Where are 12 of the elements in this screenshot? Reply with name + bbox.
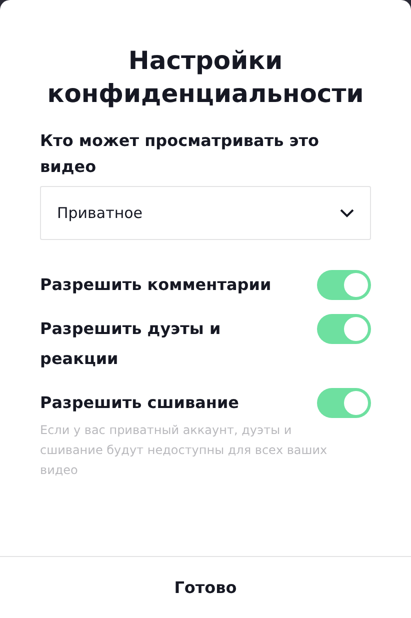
toggle-label: Разрешить сшивание (40, 392, 240, 414)
toggle-switch[interactable] (317, 388, 371, 418)
chevron-down-icon (340, 208, 354, 218)
done-button[interactable]: Готово (158, 568, 253, 608)
toggle-switch[interactable] (317, 270, 371, 300)
hint-text: Если у вас приватный аккаунт, дуэты и сшивание будут недоступны для всех ваших видео (40, 422, 328, 479)
visibility-label: Кто может просматривать это видео (40, 130, 320, 178)
toggle-switch[interactable] (317, 314, 371, 344)
toggle-label: Разрешить комментарии (40, 274, 272, 296)
visibility-dropdown[interactable]: Приватное (40, 186, 371, 240)
toggle-label: Разрешить дуэты и реакции (40, 318, 222, 370)
dialog-title: Настройки конфиденциальности (46, 45, 365, 110)
